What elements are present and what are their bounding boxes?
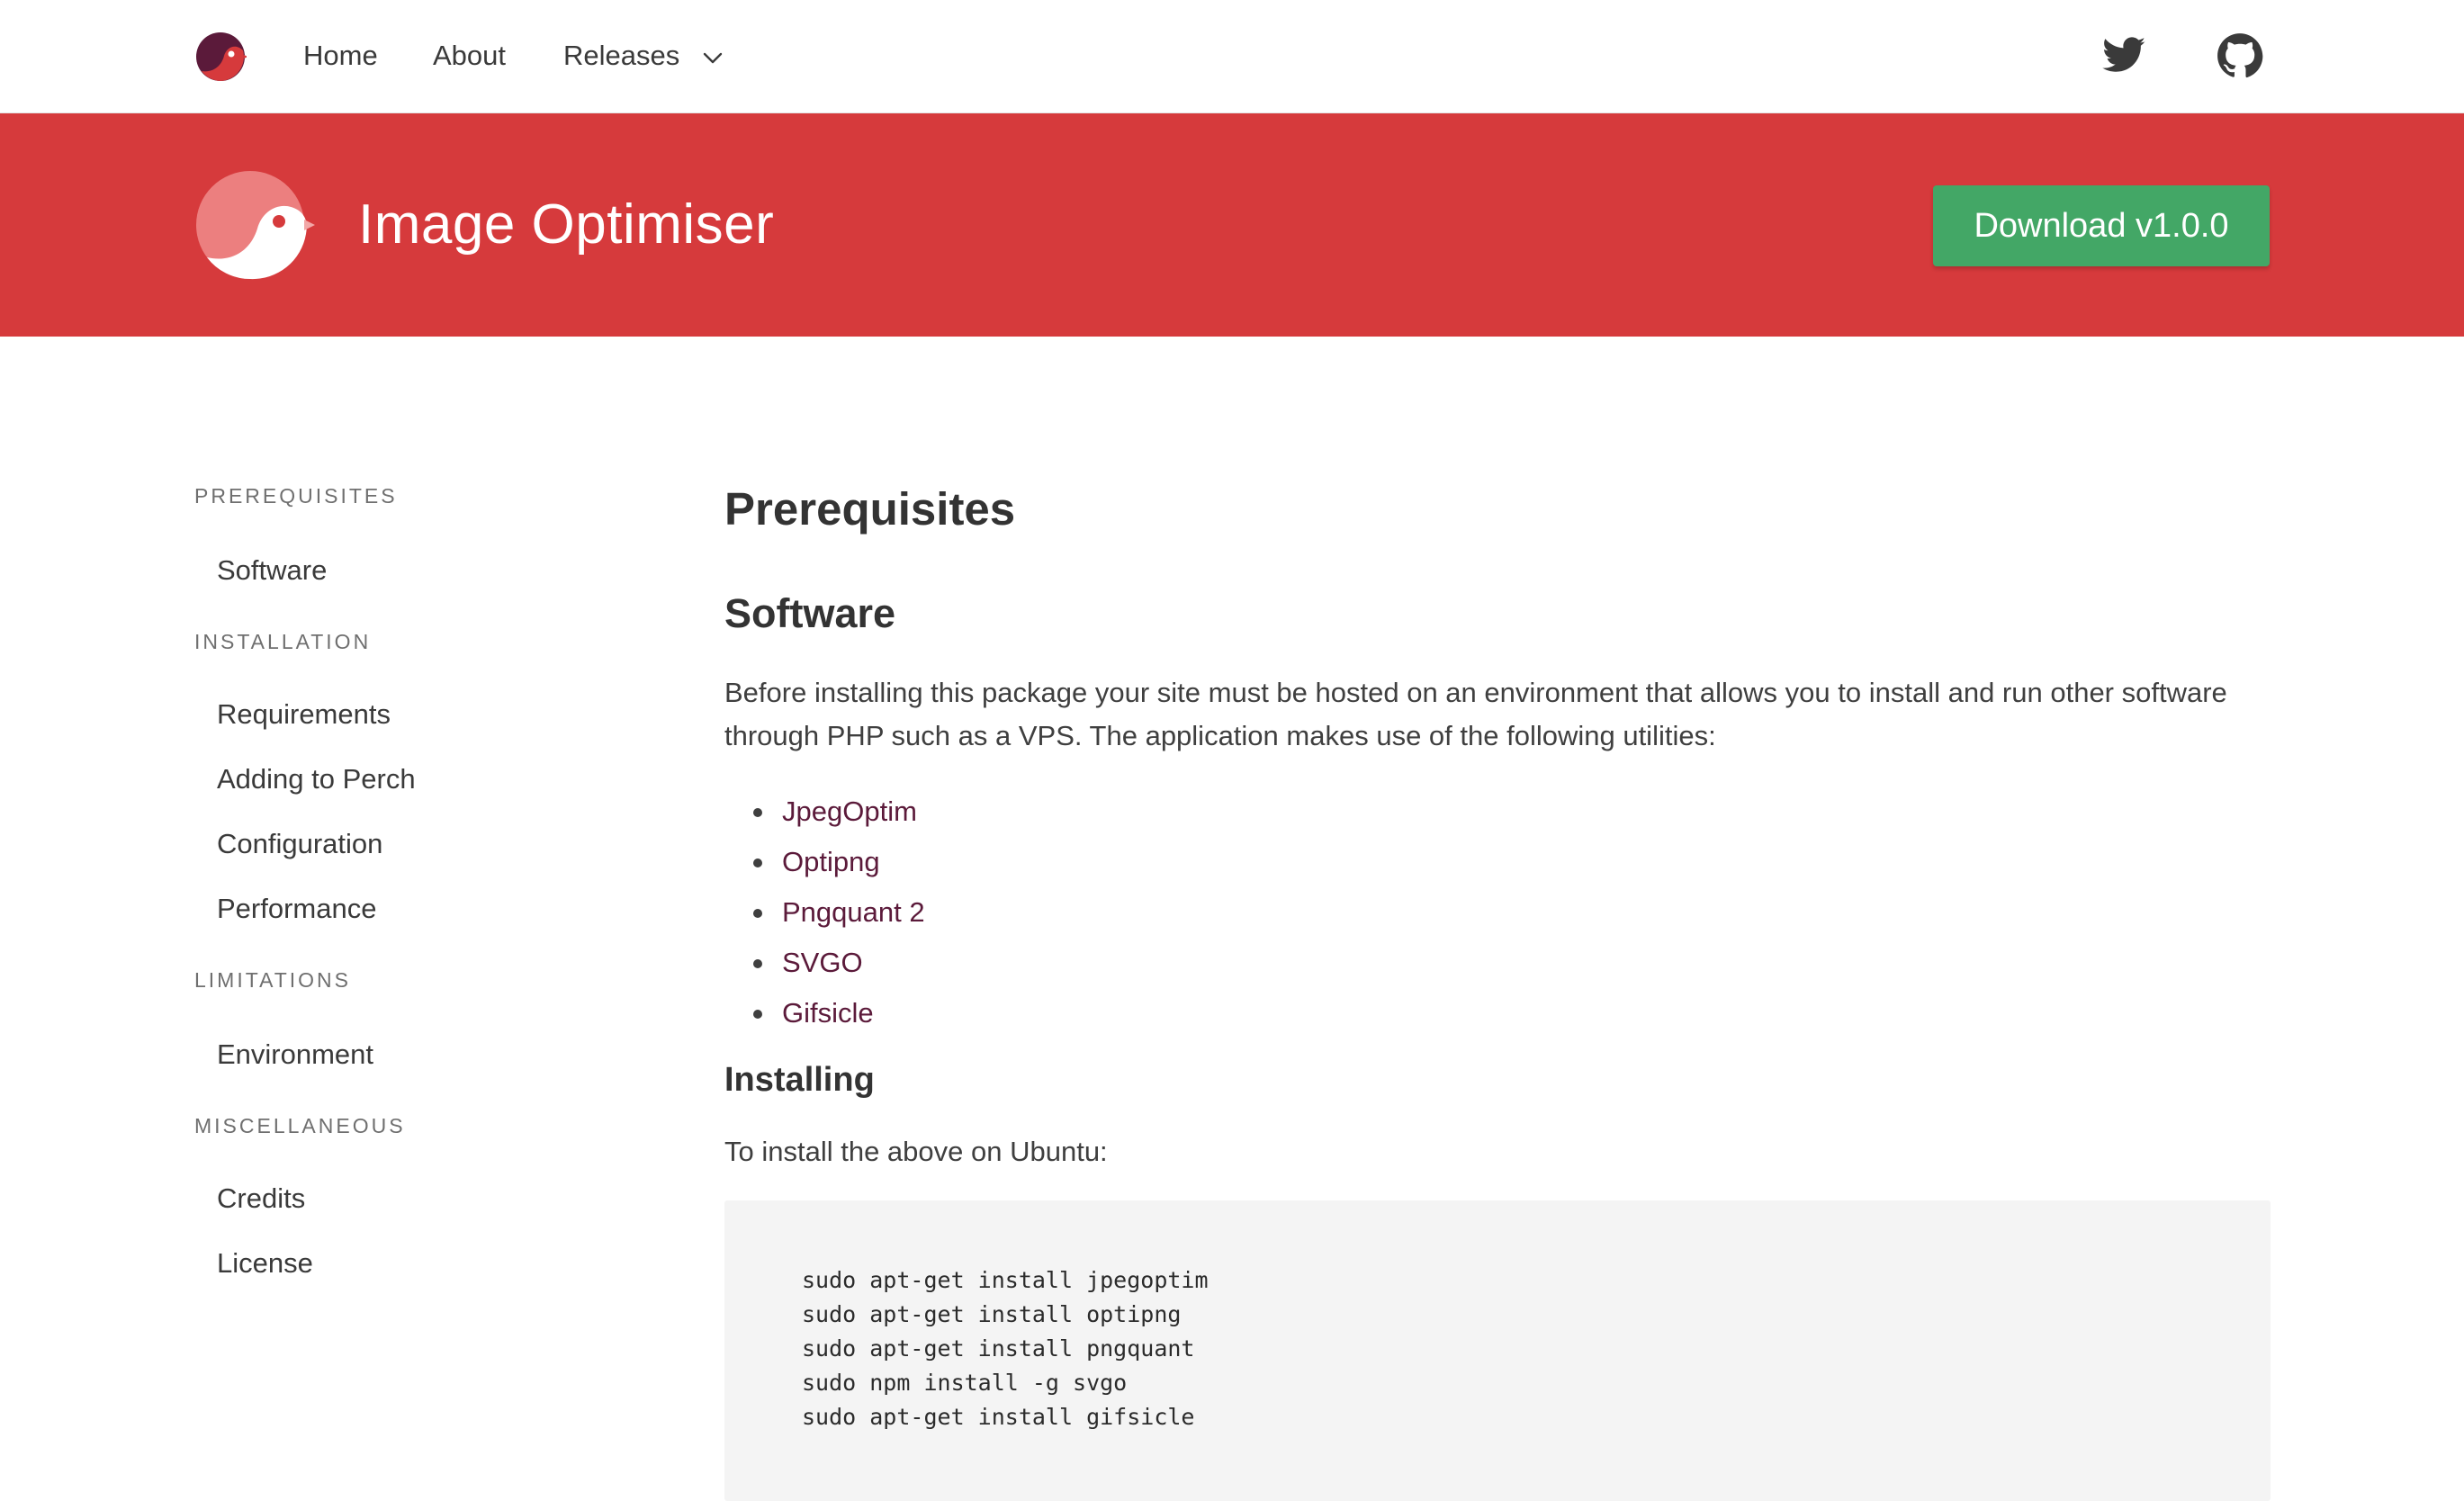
github-icon[interactable] <box>2217 32 2263 79</box>
utility-link-svgo[interactable]: SVGO <box>782 947 863 978</box>
software-heading: Software <box>724 590 896 636</box>
code-line: sudo apt-get install pngquant <box>802 1335 1195 1362</box>
nav-about-link[interactable]: About <box>433 38 506 74</box>
bullet-icon <box>753 959 762 968</box>
bullet-icon <box>753 1010 762 1019</box>
bird-logo-icon[interactable] <box>194 31 247 83</box>
list-item: JpegOptim <box>724 786 1264 837</box>
bird-logo-icon <box>196 171 315 280</box>
utility-link-optipng[interactable]: Optipng <box>782 846 880 877</box>
sidebar-item-credits[interactable]: Credits <box>217 1181 305 1217</box>
utilities-list: JpegOptim Optipng Pngquant 2 SVGO Gifsic… <box>724 786 1264 1038</box>
page-title: Image Optimiser <box>358 193 775 256</box>
code-block[interactable]: sudo apt-get install jpegoptim sudo apt-… <box>724 1200 2271 1501</box>
sidebar-item-environment[interactable]: Environment <box>217 1037 373 1073</box>
utility-link-pngquant[interactable]: Pngquant 2 <box>782 896 925 928</box>
bullet-icon <box>753 909 762 918</box>
twitter-icon[interactable] <box>2100 32 2147 79</box>
sidebar-item-adding-to-perch[interactable]: Adding to Perch <box>217 761 416 797</box>
installing-heading: Installing <box>724 1061 875 1099</box>
hero-banner: Image Optimiser Download v1.0.0 <box>0 113 2464 337</box>
list-item: Optipng <box>724 837 1264 887</box>
code-line: sudo apt-get install gifsicle <box>802 1404 1195 1430</box>
installing-description: To install the above on Ubuntu: <box>724 1136 1108 1167</box>
sidebar-heading-limitations: LIMITATIONS <box>194 968 351 992</box>
sidebar-heading-installation: INSTALLATION <box>194 630 372 653</box>
software-description: Before installing this package your site… <box>724 677 2227 751</box>
chevron-down-icon <box>703 52 723 64</box>
utility-link-gifsicle[interactable]: Gifsicle <box>782 997 874 1029</box>
sidebar-item-requirements[interactable]: Requirements <box>217 697 391 733</box>
sidebar-item-performance[interactable]: Performance <box>217 891 376 927</box>
download-button[interactable]: Download v1.0.0 <box>1933 185 2270 266</box>
code-line: sudo apt-get install jpegoptim <box>802 1267 1209 1293</box>
code-line: sudo npm install -g svgo <box>802 1370 1128 1396</box>
sidebar-heading-prerequisites: PREREQUISITES <box>194 484 398 508</box>
sidebar-item-software[interactable]: Software <box>217 553 327 589</box>
list-item: SVGO <box>724 938 1264 988</box>
code-line: sudo apt-get install optipng <box>802 1301 1182 1327</box>
top-navigation: Home About Releases <box>0 0 2464 113</box>
list-item: Pngquant 2 <box>724 887 1264 938</box>
sidebar-item-configuration[interactable]: Configuration <box>217 826 382 862</box>
nav-releases-dropdown[interactable]: Releases <box>563 38 724 74</box>
sidebar-heading-miscellaneous: MISCELLANEOUS <box>194 1114 406 1137</box>
sidebar-item-license[interactable]: License <box>217 1245 313 1281</box>
utility-link-jpegoptim[interactable]: JpegOptim <box>782 795 917 827</box>
bullet-icon <box>753 858 762 867</box>
nav-releases-label: Releases <box>563 40 680 71</box>
nav-home-link[interactable]: Home <box>303 38 378 74</box>
section-title: Prerequisites <box>724 483 1016 535</box>
list-item: Gifsicle <box>724 988 1264 1038</box>
bullet-icon <box>753 808 762 817</box>
